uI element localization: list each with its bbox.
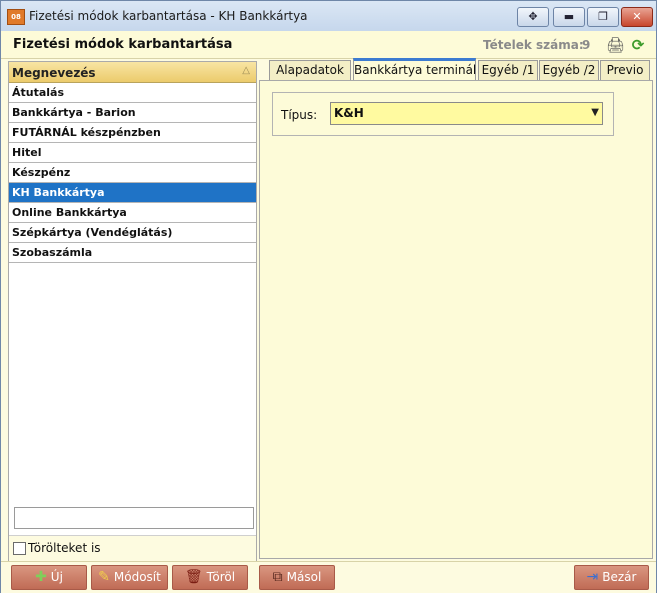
- show-deleted-label[interactable]: Törölteket is: [28, 541, 101, 555]
- modify-button[interactable]: ✎ Módosít: [91, 565, 168, 590]
- delete-button-label: Töröl: [206, 570, 236, 584]
- list-item[interactable]: Átutalás: [9, 83, 256, 103]
- tab-egyeb-1[interactable]: Egyéb /1: [478, 60, 538, 80]
- column-header-name[interactable]: Megnevezés △: [9, 62, 256, 83]
- new-button-label: Új: [50, 570, 63, 584]
- list-item[interactable]: Készpénz: [9, 163, 256, 183]
- copy-button-label: Másol: [286, 570, 322, 584]
- tab-content-panel: Típus: K&H ▼: [259, 80, 653, 559]
- list-item[interactable]: Online Bankkártya: [9, 203, 256, 223]
- refresh-icon[interactable]: ⟳: [629, 36, 647, 54]
- close-window-button[interactable]: ✕: [621, 7, 653, 27]
- list-item[interactable]: Bankkártya - Barion: [9, 103, 256, 123]
- dropdown-arrow-icon[interactable]: ▼: [591, 107, 599, 118]
- type-dropdown-value: K&H: [334, 106, 364, 120]
- maximize-button[interactable]: ❐: [587, 7, 619, 27]
- exit-icon: ⇥: [586, 569, 599, 585]
- pencil-icon: ✎: [98, 569, 110, 585]
- sort-ascending-icon: △: [242, 65, 250, 76]
- item-count-label: Tételek száma:: [483, 38, 584, 52]
- show-deleted-checkbox[interactable]: [13, 542, 26, 555]
- page-header: Fizetési módok karbantartása Tételek szá…: [1, 31, 656, 59]
- modify-button-label: Módosít: [113, 570, 161, 584]
- delete-button[interactable]: 🗑 Töröl: [172, 565, 248, 590]
- new-button[interactable]: ✚ Új: [11, 565, 87, 590]
- filter-input[interactable]: [14, 507, 254, 529]
- list-item[interactable]: Szobaszámla: [9, 243, 256, 263]
- list-item[interactable]: Hitel: [9, 143, 256, 163]
- trash-icon: 🗑: [184, 569, 203, 585]
- list-item[interactable]: FUTÁRNÁL készpénzben: [9, 123, 256, 143]
- list-item-selected[interactable]: KH Bankkártya: [9, 183, 256, 203]
- close-button[interactable]: ⇥ Bezár: [574, 565, 649, 590]
- move-button[interactable]: ✥: [517, 7, 549, 27]
- minimize-button[interactable]: ▬: [553, 7, 585, 27]
- payment-method-list: Átutalás Bankkártya - Barion FUTÁRNÁL ké…: [9, 83, 256, 263]
- footer-toolbar: ✚ Új ✎ Módosít 🗑 Töröl ⧉ Másol ⇥ Bezár: [1, 561, 656, 593]
- page-title: Fizetési módok karbantartása: [13, 37, 233, 52]
- copy-icon: ⧉: [272, 569, 283, 585]
- show-deleted-row: Törölteket is: [9, 535, 256, 561]
- tab-alapadatok[interactable]: Alapadatok: [269, 60, 351, 80]
- column-header-label: Megnevezés: [12, 66, 96, 80]
- item-count-value: 9: [582, 38, 591, 52]
- window-title: Fizetési módok karbantartása - KH Bankká…: [29, 9, 308, 23]
- main-window: 08 Fizetési módok karbantartása - KH Ban…: [0, 0, 657, 593]
- app-icon: 08: [7, 9, 25, 25]
- title-bar[interactable]: 08 Fizetési módok karbantartása - KH Ban…: [1, 1, 656, 31]
- print-icon[interactable]: 🖨: [606, 36, 625, 54]
- type-label: Típus:: [281, 108, 318, 122]
- type-dropdown[interactable]: K&H ▼: [330, 102, 603, 125]
- tab-egyeb-2[interactable]: Egyéb /2: [539, 60, 599, 80]
- list-item[interactable]: Szépkártya (Vendéglátás): [9, 223, 256, 243]
- plus-icon: ✚: [35, 569, 47, 585]
- terminal-settings-group: Típus: K&H ▼: [272, 92, 614, 136]
- copy-button[interactable]: ⧉ Másol: [259, 565, 335, 590]
- tab-previo[interactable]: Previo: [600, 60, 650, 80]
- payment-method-list-pane: Megnevezés △ Átutalás Bankkártya - Bario…: [8, 61, 257, 561]
- close-button-label: Bezár: [602, 570, 637, 584]
